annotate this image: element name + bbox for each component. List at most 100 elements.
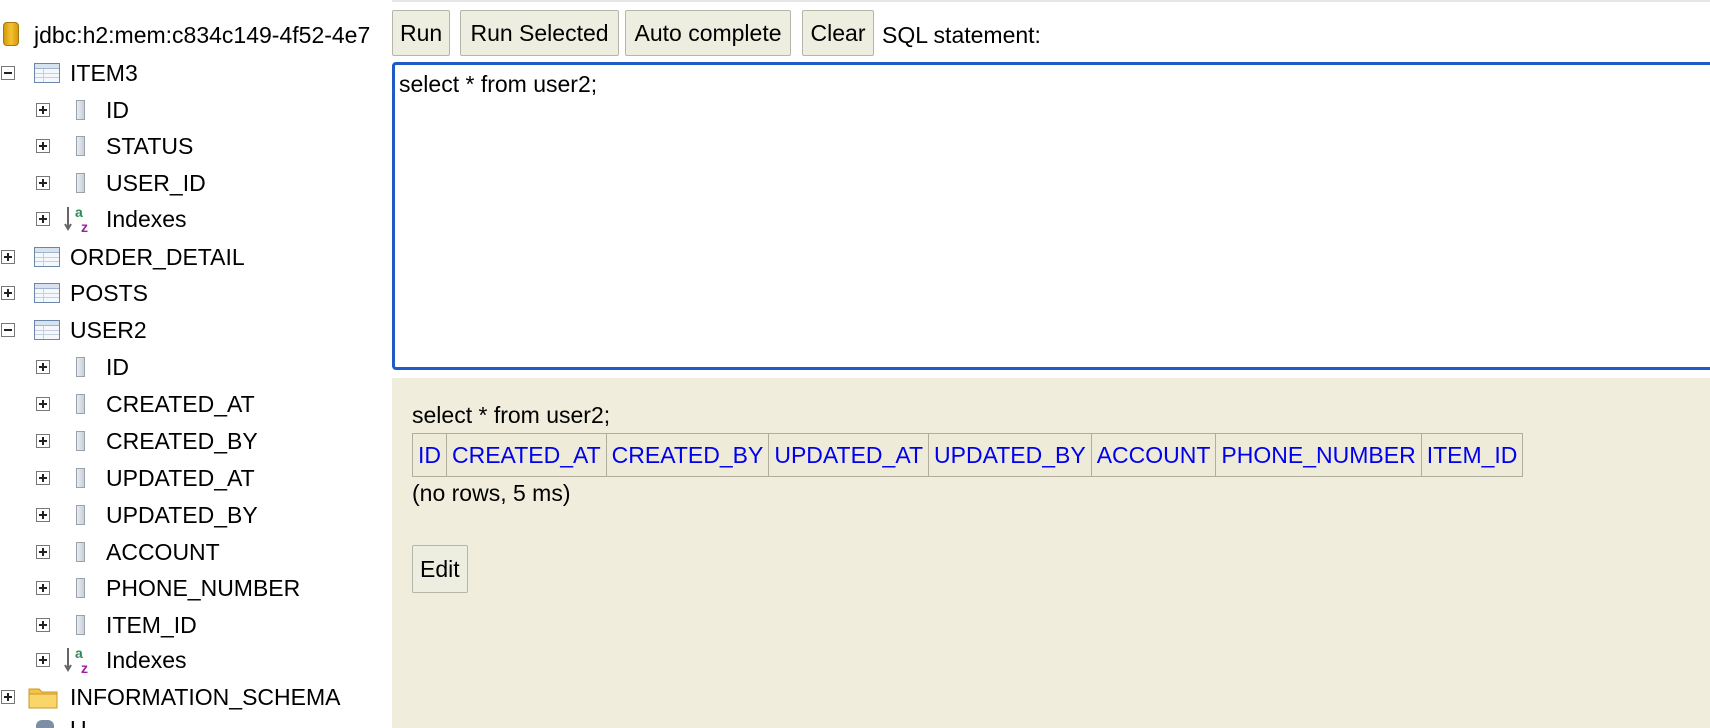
tree-table-order-detail[interactable]: ORDER_DETAIL: [0, 240, 392, 274]
expand-icon[interactable]: [36, 212, 50, 226]
column-icon: [76, 542, 85, 562]
table-icon: [34, 320, 60, 340]
tree-table-label: POSTS: [70, 280, 148, 306]
result-panel: select * from user2; ID CREATED_AT CREAT…: [392, 378, 1710, 728]
svg-text:z: z: [81, 660, 88, 675]
tree-table-label: USER2: [70, 317, 147, 343]
tree-column-user2-id[interactable]: ID: [0, 350, 392, 384]
sql-statement-label: SQL statement:: [882, 22, 1041, 48]
tree-column-user2-phone-number[interactable]: PHONE_NUMBER: [0, 571, 392, 605]
auto-complete-button[interactable]: Auto complete: [625, 10, 791, 56]
expand-icon[interactable]: [36, 653, 50, 667]
tree-column-label: PHONE_NUMBER: [106, 575, 301, 601]
expand-icon[interactable]: [36, 434, 50, 448]
table-icon: [34, 63, 60, 83]
tree-column-label: ACCOUNT: [106, 539, 220, 565]
run-selected-button[interactable]: Run Selected: [460, 10, 619, 56]
connection-url: jdbc:h2:mem:c834c149-4f52-4e7: [34, 22, 371, 48]
tree-column-label: UPDATED_AT: [106, 465, 255, 491]
tree-column-user2-item-id[interactable]: ITEM_ID: [0, 608, 392, 642]
expand-icon[interactable]: [36, 397, 50, 411]
result-column-header[interactable]: ID: [412, 433, 447, 477]
column-icon: [76, 136, 85, 156]
expand-icon[interactable]: [1, 286, 15, 300]
expand-icon[interactable]: [36, 508, 50, 522]
result-status-text: (no rows, 5 ms): [412, 480, 571, 506]
result-header-row: ID CREATED_AT CREATED_BY UPDATED_AT UPDA…: [412, 433, 1524, 477]
database-icon: [3, 22, 19, 46]
column-sort-link[interactable]: UPDATED_AT: [774, 442, 923, 468]
column-icon: [76, 394, 85, 414]
tree-indexes-label: Indexes: [106, 647, 187, 673]
column-sort-link[interactable]: ACCOUNT: [1097, 442, 1211, 468]
users-icon: [36, 720, 54, 728]
edit-button[interactable]: Edit: [412, 545, 468, 593]
tree-column-user2-created-at[interactable]: CREATED_AT: [0, 387, 392, 421]
expand-icon[interactable]: [36, 545, 50, 559]
tree-column-item3-user-id[interactable]: USER_ID: [0, 166, 392, 200]
column-sort-link[interactable]: UPDATED_BY: [934, 442, 1086, 468]
schema-tree: ITEM3 ID STATUS USER_ID a z Indexes ORDE…: [0, 0, 392, 728]
tree-column-label: CREATED_AT: [106, 391, 255, 417]
collapse-icon[interactable]: [1, 323, 15, 337]
column-icon: [76, 173, 85, 193]
svg-text:a: a: [75, 645, 83, 661]
column-sort-link[interactable]: CREATED_AT: [452, 442, 601, 468]
column-icon: [76, 468, 85, 488]
result-table: ID CREATED_AT CREATED_BY UPDATED_AT UPDA…: [412, 433, 1524, 477]
column-sort-link[interactable]: CREATED_BY: [612, 442, 764, 468]
tree-column-label: ID: [106, 97, 129, 123]
tree-column-user2-updated-at[interactable]: UPDATED_AT: [0, 461, 392, 495]
expand-icon[interactable]: [36, 176, 50, 190]
table-icon: [34, 283, 60, 303]
result-column-header[interactable]: CREATED_BY: [605, 433, 770, 477]
tree-table-item3[interactable]: ITEM3: [0, 56, 392, 90]
expand-icon[interactable]: [36, 581, 50, 595]
tree-table-posts[interactable]: POSTS: [0, 276, 392, 310]
result-column-header[interactable]: CREATED_AT: [446, 433, 607, 477]
tree-table-label: ORDER_DETAIL: [70, 244, 245, 270]
column-icon: [76, 431, 85, 451]
tree-users-partial[interactable]: U: [0, 716, 392, 728]
tree-table-user2[interactable]: USER2: [0, 313, 392, 347]
sort-az-icon: a z: [64, 204, 88, 234]
expand-icon[interactable]: [36, 618, 50, 632]
column-sort-link[interactable]: PHONE_NUMBER: [1221, 442, 1415, 468]
expand-icon[interactable]: [36, 360, 50, 374]
run-button[interactable]: Run: [392, 10, 450, 56]
folder-icon: [28, 688, 58, 709]
tree-indexes-item3[interactable]: a z Indexes: [0, 202, 392, 236]
tree-schema-information-schema[interactable]: INFORMATION_SCHEMA: [0, 680, 392, 714]
collapse-icon[interactable]: [1, 66, 15, 80]
tree-column-user2-updated-by[interactable]: UPDATED_BY: [0, 498, 392, 532]
tree-table-label: ITEM3: [70, 60, 138, 86]
column-icon: [76, 615, 85, 635]
column-icon: [76, 578, 85, 598]
result-sql-text: select * from user2;: [412, 402, 611, 428]
result-column-header[interactable]: UPDATED_AT: [768, 433, 930, 477]
tree-indexes-user2[interactable]: a z Indexes: [0, 643, 392, 677]
table-icon: [34, 247, 60, 267]
tree-column-item3-status[interactable]: STATUS: [0, 129, 392, 163]
result-column-header[interactable]: UPDATED_BY: [928, 433, 1092, 477]
tree-indexes-label: Indexes: [106, 206, 187, 232]
clear-button[interactable]: Clear: [802, 10, 874, 56]
result-column-header[interactable]: ACCOUNT: [1090, 433, 1217, 477]
expand-icon[interactable]: [36, 103, 50, 117]
tree-column-label: STATUS: [106, 133, 194, 159]
expand-icon[interactable]: [1, 250, 15, 264]
expand-icon[interactable]: [36, 139, 50, 153]
column-sort-link[interactable]: ITEM_ID: [1427, 442, 1518, 468]
tree-column-user2-account[interactable]: ACCOUNT: [0, 535, 392, 569]
sql-editor[interactable]: [392, 62, 1710, 370]
tree-column-user2-created-by[interactable]: CREATED_BY: [0, 424, 392, 458]
tree-column-label: ITEM_ID: [106, 612, 197, 638]
expand-icon[interactable]: [36, 471, 50, 485]
tree-column-label: USER_ID: [106, 170, 206, 196]
expand-icon[interactable]: [1, 690, 15, 704]
result-column-header[interactable]: PHONE_NUMBER: [1215, 433, 1422, 477]
tree-column-item3-id[interactable]: ID: [0, 93, 392, 127]
result-column-header[interactable]: ITEM_ID: [1420, 433, 1524, 477]
tree-schema-label: INFORMATION_SCHEMA: [70, 684, 341, 710]
column-sort-link[interactable]: ID: [418, 442, 441, 468]
